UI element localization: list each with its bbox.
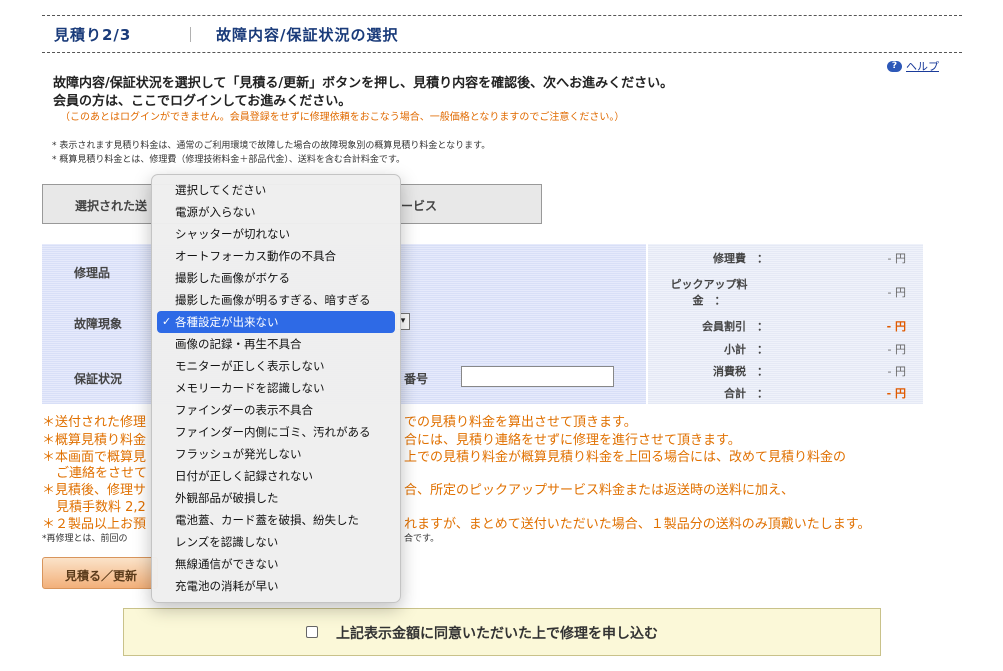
dropdown-option[interactable]: オートフォーカス動作の不具合 (157, 245, 395, 267)
dropdown-option[interactable]: メモリーカードを認識しない (157, 377, 395, 399)
dropdown-option[interactable]: ✓ 各種設定が出来ない (157, 311, 395, 333)
summary-label-subtotal: 小計 ： (724, 343, 768, 356)
help-icon: ? (887, 60, 902, 72)
agree-checkbox[interactable] (306, 626, 318, 638)
warning-right-3: 上での見積り料金が概算見積り料金を上回る場合には、改めて見積り料金の (404, 450, 847, 465)
dropdown-option-label: 無線通信ができない (175, 557, 279, 571)
warning-line-1: ＊送付された修理 (42, 415, 147, 430)
dropdown-option[interactable]: シャッターが切れない (157, 223, 395, 245)
dropdown-option-label: メモリーカードを認識しない (175, 381, 325, 395)
warning-right-4: 合、所定のピックアップサービス料金または返送時の送料に加え、 (404, 483, 795, 498)
help-link-label[interactable]: ヘルプ (906, 58, 939, 74)
login-instruction: 会員の方は、ここでログインしてお進みください。 (53, 94, 352, 109)
quote-update-button[interactable]: 見積る／更新 (42, 557, 158, 589)
dropdown-option[interactable]: モニターが正しく表示しない (157, 355, 395, 377)
warranty-label: 保証状況 (74, 372, 123, 386)
dropdown-option-label: ファインダーの表示不具合 (175, 403, 313, 417)
dropdown-option[interactable]: 電池蓋、カード蓋を破損、紛失した (157, 509, 395, 531)
dropdown-option-label: 外観部品が破損した (175, 491, 279, 505)
dropdown-option-label: オートフォーカス動作の不具合 (175, 249, 336, 263)
instruction-text: 故障内容/保証状況を選択して「見積る/更新」ボタンを押し、見積り内容を確認後、次… (53, 76, 674, 91)
dropdown-option[interactable]: 画像の記録・再生不具合 (157, 333, 395, 355)
dropdown-option[interactable]: 無線通信ができない (157, 553, 395, 575)
note-2: * 概算見積り料金とは、修理費（修理技術料金＋部品代金）、送料を含む合計料金です… (52, 155, 405, 165)
dropdown-option-label: 選択してください (175, 183, 267, 197)
summary-value-subtotal: - 円 (887, 343, 906, 356)
agree-label[interactable]: 上記表示金額に同意いただいた上で修理を申し込む (336, 623, 658, 643)
summary-label-member-discount: 会員割引 ： (702, 320, 768, 333)
dropdown-option[interactable]: 外観部品が破損した (157, 487, 395, 509)
dropdown-option-label: シャッターが切れない (175, 227, 290, 241)
warning-right-5: れますが、まとめて送付いただいた場合、１製品分の送料のみ頂戴いたします。 (404, 517, 871, 532)
number-label: 番号 (404, 372, 429, 386)
price-summary-panel: 修理費 ： - 円 ピックアップ料 金 ： - 円 会員割引 ： - 円 小計 … (648, 244, 923, 404)
dropdown-option-label: 電源が入らない (175, 205, 256, 219)
dropdown-option[interactable]: 電源が入らない (157, 201, 395, 223)
login-warning: （このあとはログインができません。会員登録をせずに修理依頼をおこなう場合、一般価… (60, 112, 625, 123)
help-link[interactable]: ? ヘルプ (887, 58, 939, 74)
header-separator: ｜ (183, 26, 199, 44)
summary-value-tax: - 円 (887, 365, 906, 378)
page-title: 故障内容/保証状況の選択 (216, 26, 399, 44)
warning-line-7: ＊２製品以上お預 (42, 517, 147, 532)
warning-right-6: 合です。 (404, 534, 440, 544)
step-indicator: 見積り2/3 (54, 26, 132, 44)
dropdown-option-label: ファインダー内側にゴミ、汚れがある (175, 425, 371, 439)
dropdown-option-label: 電池蓋、カード蓋を破損、紛失した (175, 513, 359, 527)
dropdown-option-label: 各種設定が出来ない (175, 315, 279, 329)
dropdown-option-label: 充電池の消耗が早い (175, 579, 279, 593)
summary-value-pickup: - 円 (887, 286, 906, 299)
selected-service-label: 選択された送 (75, 199, 148, 213)
summary-value-member-discount: - 円 (886, 320, 906, 333)
header-divider-bottom (42, 52, 962, 53)
note-1: * 表示されます見積り料金は、通常のご利用環境で故障した場合の故障現象別の概算見… (52, 141, 491, 151)
dropdown-option-label: レンズを認識しない (175, 535, 279, 549)
dropdown-option[interactable]: フラッシュが発光しない (157, 443, 395, 465)
fault-label: 故障現象 (74, 317, 123, 331)
dropdown-option-label: モニターが正しく表示しない (175, 359, 325, 373)
header-divider-top (42, 15, 962, 16)
dropdown-option-label: 日付が正しく記録されない (175, 469, 313, 483)
summary-label-tax: 消費税 ： (713, 365, 768, 378)
selected-service-suffix: ービス (401, 199, 438, 213)
warning-right-1: での見積り料金を算出させて頂きます。 (404, 415, 637, 430)
summary-label-repair: 修理費 ： (713, 252, 768, 265)
dropdown-option[interactable]: ファインダー内側にゴミ、汚れがある (157, 421, 395, 443)
dropdown-option-label: フラッシュが発光しない (175, 447, 302, 461)
dropdown-option[interactable]: 選択してください (157, 179, 395, 201)
checkmark-icon: ✓ (162, 315, 172, 328)
summary-value-repair: - 円 (887, 252, 906, 265)
dropdown-option[interactable]: ファインダーの表示不具合 (157, 399, 395, 421)
dropdown-option-label: 画像の記録・再生不具合 (175, 337, 302, 351)
summary-label-total: 合計 ： (724, 387, 768, 400)
summary-value-total: - 円 (886, 387, 906, 400)
dropdown-option[interactable]: レンズを認識しない (157, 531, 395, 553)
dropdown-option[interactable]: 撮影した画像がボケる (157, 267, 395, 289)
fault-dropdown-menu[interactable]: 選択してください 電源が入らない シャッターが切れない オートフォーカス動作の不具合撮… (151, 174, 401, 603)
dropdown-option[interactable]: 日付が正しく記録されない (157, 465, 395, 487)
dropdown-option-label: 撮影した画像がボケる (175, 271, 290, 285)
summary-label-pickup: ピックアップ料 金 ： (670, 278, 748, 307)
dropdown-option-label: 撮影した画像が明るすぎる、暗すぎる (175, 293, 371, 307)
repair-item-label: 修理品 (74, 266, 111, 280)
agree-box: 上記表示金額に同意いただいた上で修理を申し込む (123, 608, 881, 656)
warning-line-8: *再修理とは、前回の (42, 534, 128, 544)
dropdown-option[interactable]: 撮影した画像が明るすぎる、暗すぎる (157, 289, 395, 311)
dropdown-option[interactable]: 充電池の消耗が早い (157, 575, 395, 597)
number-input[interactable] (461, 366, 614, 387)
